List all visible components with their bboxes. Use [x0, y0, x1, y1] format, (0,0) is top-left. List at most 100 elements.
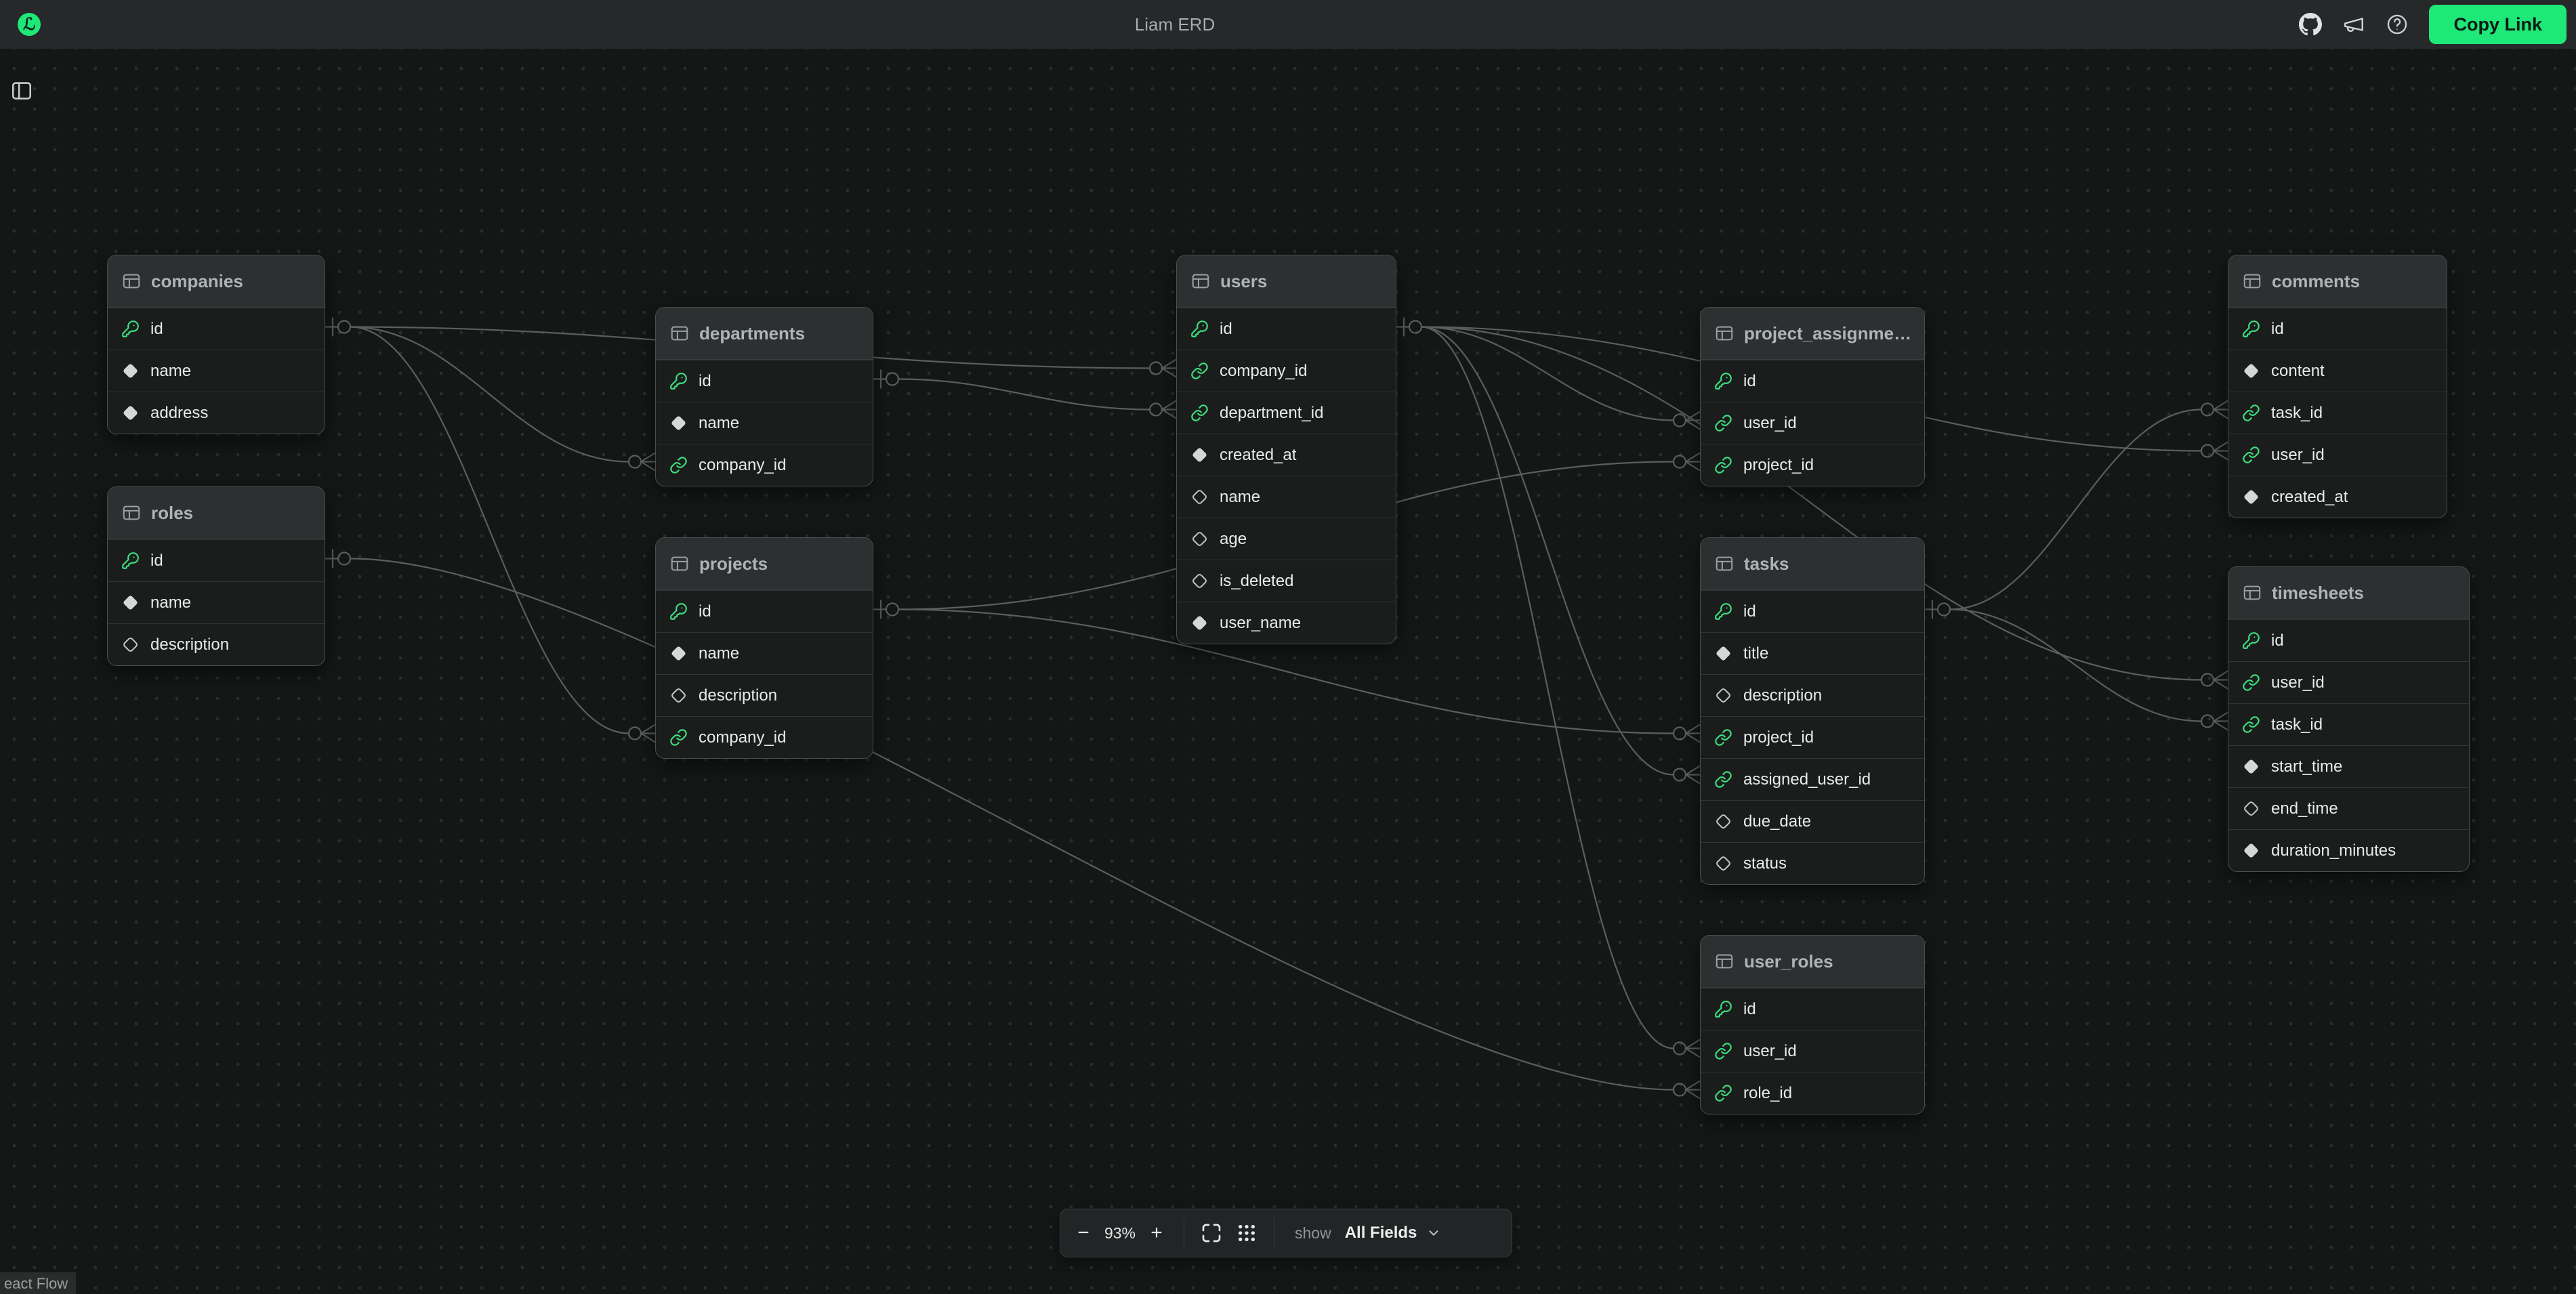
field-name: id — [1220, 320, 1232, 339]
field-row-companies-id[interactable]: id — [108, 308, 325, 350]
edge-companies.id-departments.company_id[interactable] — [350, 327, 655, 471]
field-row-timesheets-task_id[interactable]: task_id — [2228, 703, 2469, 745]
table-header-roles[interactable]: roles — [108, 487, 325, 539]
table-header-departments[interactable]: departments — [656, 308, 873, 360]
table-header-comments[interactable]: comments — [2228, 255, 2447, 308]
field-row-timesheets-user_id[interactable]: user_id — [2228, 661, 2469, 703]
table-node-project_assignments[interactable]: project_assignme…iduser_idproject_id — [1700, 307, 1925, 486]
field-row-user_roles-id[interactable]: id — [1701, 988, 1924, 1030]
fit-view-button[interactable] — [1194, 1214, 1229, 1252]
field-name: company_id — [1220, 362, 1307, 381]
filled-diamond-icon — [121, 362, 140, 380]
table-node-timesheets[interactable]: timesheetsiduser_idtask_idstart_timeend_… — [2228, 566, 2470, 872]
field-row-projects-name[interactable]: name — [656, 632, 873, 674]
megaphone-icon[interactable] — [2342, 13, 2365, 36]
field-row-tasks-assigned_user_id[interactable]: assigned_user_id — [1701, 758, 1924, 800]
filled-diamond-icon — [121, 593, 140, 612]
edge-tasks.id-comments.task_id[interactable] — [1924, 401, 2228, 619]
outline-diamond-icon — [2242, 799, 2260, 818]
field-row-comments-id[interactable]: id — [2228, 308, 2447, 350]
field-row-timesheets-duration_minutes[interactable]: duration_minutes — [2228, 829, 2469, 871]
field-row-users-id[interactable]: id — [1177, 308, 1396, 350]
field-row-tasks-description[interactable]: description — [1701, 674, 1924, 716]
field-row-users-created_at[interactable]: created_at — [1177, 434, 1396, 476]
edge-companies.id-projects.company_id[interactable] — [350, 327, 655, 743]
field-row-timesheets-id[interactable]: id — [2228, 619, 2469, 661]
table-node-departments[interactable]: departmentsidnamecompany_id — [655, 307, 873, 486]
field-row-users-user_name[interactable]: user_name — [1177, 602, 1396, 644]
field-row-project_assignments-id[interactable]: id — [1701, 360, 1924, 402]
key-icon — [121, 551, 140, 570]
field-row-comments-content[interactable]: content — [2228, 350, 2447, 392]
field-row-project_assignments-user_id[interactable]: user_id — [1701, 402, 1924, 444]
edge-departments.id-users.department_id[interactable] — [872, 371, 1176, 419]
cardinality-many-marker — [2201, 442, 2228, 460]
field-row-companies-name[interactable]: name — [108, 350, 325, 392]
liam-logo[interactable]: ℒ — [18, 13, 41, 36]
fields-filter-select[interactable]: All Fields — [1338, 1224, 1449, 1243]
field-row-timesheets-start_time[interactable]: start_time — [2228, 745, 2469, 787]
field-row-roles-name[interactable]: name — [108, 581, 325, 623]
field-row-tasks-id[interactable]: id — [1701, 590, 1924, 632]
field-row-tasks-status[interactable]: status — [1701, 842, 1924, 884]
edge-users.id-user_roles.user_id[interactable] — [1421, 327, 1700, 1058]
field-row-roles-id[interactable]: id — [108, 539, 325, 581]
edge-users.id-tasks.assigned_user_id[interactable] — [1421, 327, 1700, 784]
field-row-projects-id[interactable]: id — [656, 590, 873, 632]
copy-link-button[interactable]: Copy Link — [2429, 5, 2567, 44]
table-header-tasks[interactable]: tasks — [1701, 538, 1924, 590]
sidebar-toggle-button[interactable] — [11, 81, 33, 104]
table-node-users[interactable]: users id company_id department_idcreated_at… — [1176, 255, 1396, 644]
edge-roles.id-user_roles.role_id[interactable] — [324, 550, 1700, 1099]
table-header-project_assignments[interactable]: project_assignme… — [1701, 308, 1924, 360]
table-header-users[interactable]: users — [1177, 255, 1396, 308]
table-node-user_roles[interactable]: user_rolesiduser_idrole_id — [1700, 935, 1925, 1114]
cardinality-one-marker — [872, 371, 898, 388]
field-row-users-is_deleted[interactable]: is_deleted — [1177, 560, 1396, 602]
field-row-comments-created_at[interactable]: created_at — [2228, 476, 2447, 518]
field-row-tasks-project_id[interactable]: project_id — [1701, 716, 1924, 758]
field-row-project_assignments-project_id[interactable]: project_id — [1701, 444, 1924, 486]
field-row-tasks-title[interactable]: title — [1701, 632, 1924, 674]
field-row-comments-user_id[interactable]: user_id — [2228, 434, 2447, 476]
field-row-projects-description[interactable]: description — [656, 674, 873, 716]
table-header-companies[interactable]: companies — [108, 255, 325, 308]
fields-filter-value: All Fields — [1345, 1224, 1417, 1243]
table-icon — [121, 271, 142, 291]
filled-diamond-icon — [2242, 841, 2260, 860]
link-icon — [1190, 362, 1209, 380]
field-row-timesheets-end_time[interactable]: end_time — [2228, 787, 2469, 829]
field-row-projects-company_id[interactable]: company_id — [656, 716, 873, 758]
field-row-users-age[interactable]: age — [1177, 518, 1396, 560]
field-row-user_roles-role_id[interactable]: role_id — [1701, 1072, 1924, 1114]
tidy-up-button[interactable] — [1229, 1214, 1264, 1252]
field-row-user_roles-user_id[interactable]: user_id — [1701, 1030, 1924, 1072]
field-row-users-name[interactable]: name — [1177, 476, 1396, 518]
field-row-tasks-due_date[interactable]: due_date — [1701, 800, 1924, 842]
zoom-out-button[interactable]: − — [1066, 1214, 1101, 1252]
help-icon[interactable] — [2386, 13, 2409, 36]
field-row-roles-description[interactable]: description — [108, 623, 325, 665]
table-node-tasks[interactable]: tasksidtitledescriptionproject_idassigne… — [1700, 537, 1925, 885]
field-row-users-company_id[interactable]: company_id — [1177, 350, 1396, 392]
field-name: id — [699, 602, 711, 621]
edge-tasks.id-timesheets.task_id[interactable] — [1950, 610, 2228, 730]
field-row-companies-address[interactable]: address — [108, 392, 325, 434]
table-node-comments[interactable]: commentsidcontenttask_iduser_idcreated_a… — [2228, 255, 2447, 518]
field-row-departments-name[interactable]: name — [656, 402, 873, 444]
table-header-projects[interactable]: projects — [656, 538, 873, 590]
table-node-roles[interactable]: rolesidnamedescription — [107, 486, 325, 666]
field-name: name — [699, 644, 739, 663]
link-icon — [669, 728, 688, 747]
zoom-in-button[interactable]: + — [1139, 1214, 1174, 1252]
table-node-companies[interactable]: companiesidnameaddress — [107, 255, 325, 434]
table-header-user_roles[interactable]: user_roles — [1701, 936, 1924, 988]
table-header-timesheets[interactable]: timesheets — [2228, 567, 2469, 619]
field-row-departments-company_id[interactable]: company_id — [656, 444, 873, 486]
github-icon[interactable] — [2299, 13, 2322, 36]
react-flow-attribution[interactable]: eact Flow — [0, 1272, 76, 1294]
table-node-projects[interactable]: projects id name descriptioncompany_id — [655, 537, 873, 759]
field-row-departments-id[interactable]: id — [656, 360, 873, 402]
field-row-comments-task_id[interactable]: task_id — [2228, 392, 2447, 434]
field-row-users-department_id[interactable]: department_id — [1177, 392, 1396, 434]
